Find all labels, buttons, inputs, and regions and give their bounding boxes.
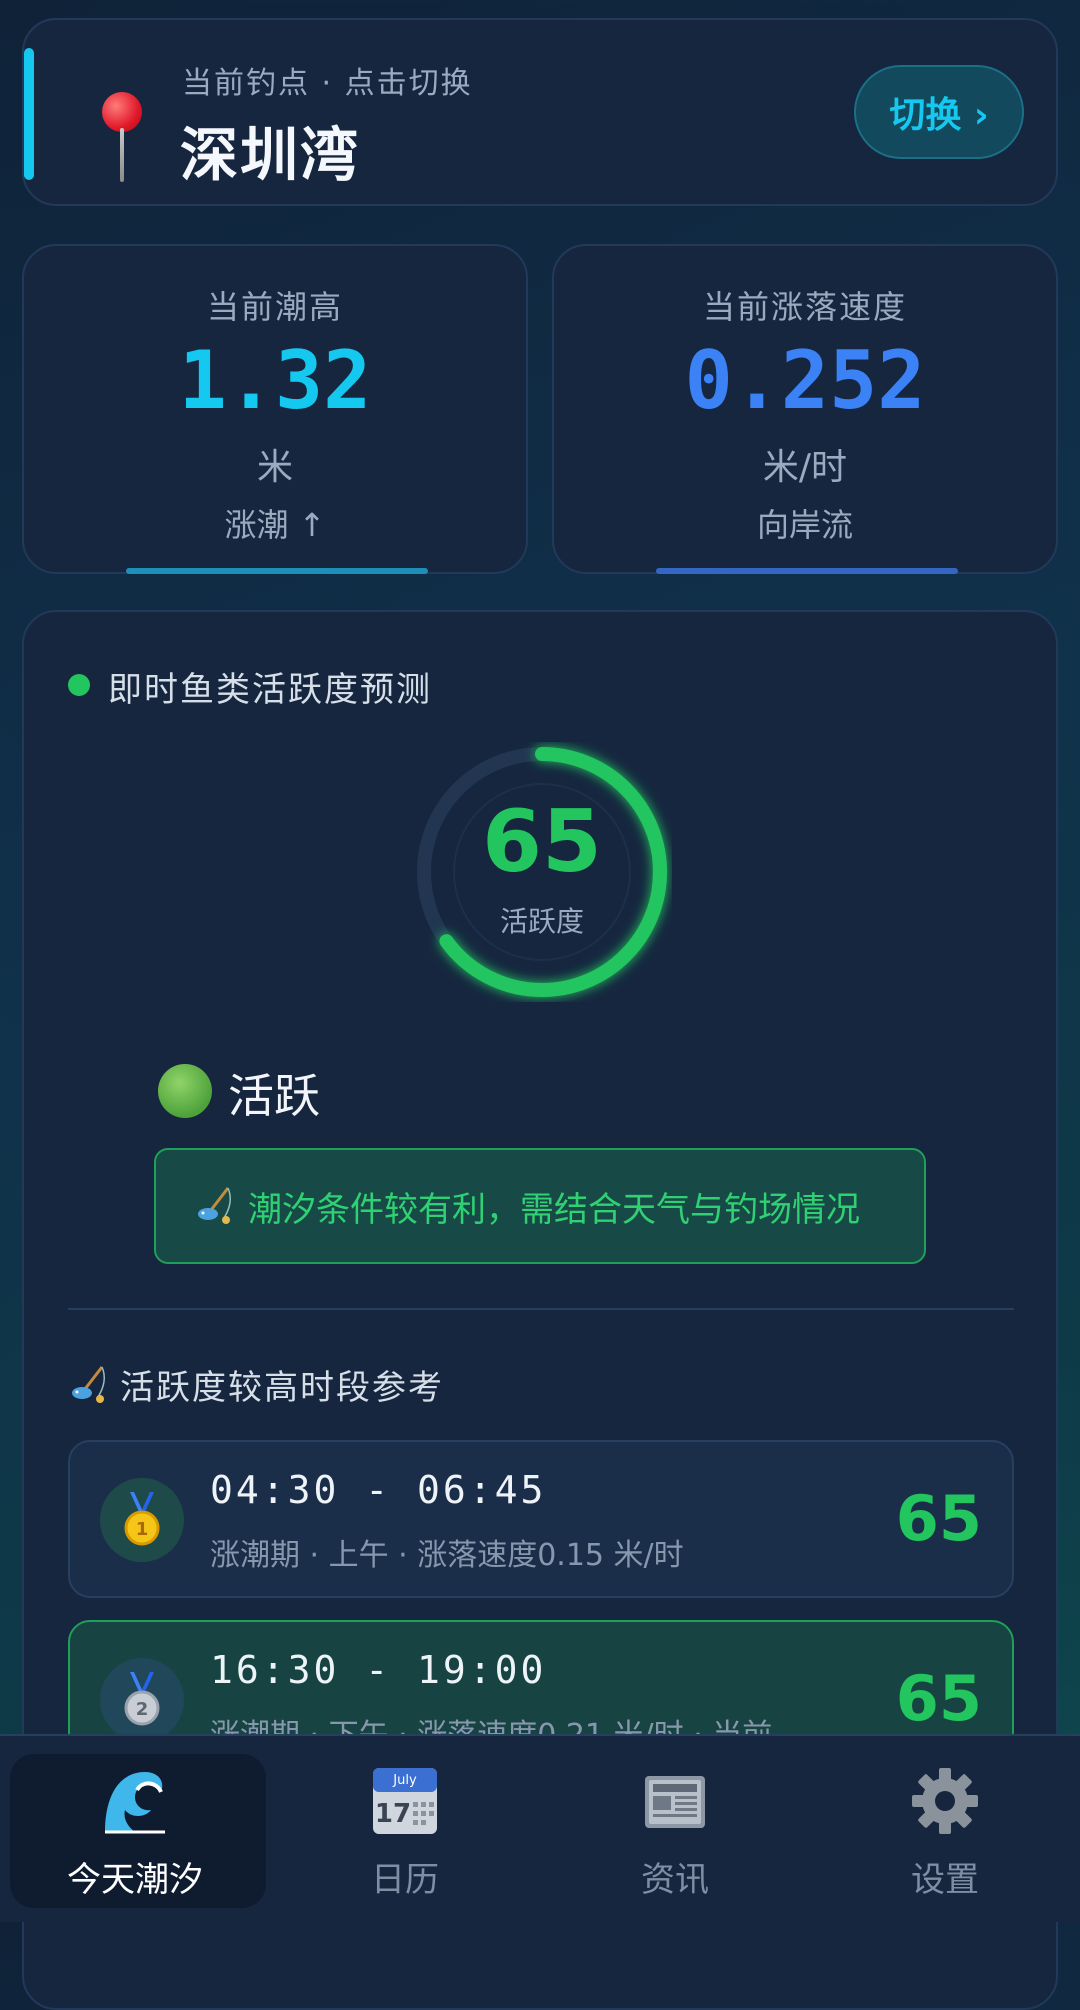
activity-status: 活跃 <box>228 1069 320 1123</box>
switch-location-button[interactable]: 切换 › <box>854 65 1024 159</box>
time-slot-details: 涨潮期 · 上午 · 涨落速度0.15 米/时 <box>210 1538 684 1573</box>
advice-text: 潮汐条件较有利，需结合天气与钓场情况 <box>248 1189 860 1230</box>
time-slot-score: 65 <box>895 1662 982 1735</box>
tide-height-label: 当前潮高 <box>206 288 343 326</box>
tide-speed-card: 当前涨落速度 0.252 米/时 向岸流 <box>552 244 1058 574</box>
current-direction: 向岸流 <box>756 506 853 544</box>
nav-label-settings: 设置 <box>911 1860 979 1900</box>
tide-direction: 涨潮 ↑ <box>224 506 326 544</box>
activity-score: 65 <box>482 792 602 892</box>
tide-height-card: 当前潮高 1.32 米 涨潮 ↑ <box>22 244 528 574</box>
svg-text:1: 1 <box>136 1519 149 1540</box>
fishing-rod-icon <box>72 1365 105 1403</box>
activity-advice: 潮汐条件较有利，需结合天气与钓场情况 <box>154 1148 926 1264</box>
time-slot-score: 65 <box>895 1482 982 1555</box>
wave-icon <box>105 1772 165 1834</box>
tide-height-value: 1.32 <box>178 334 372 427</box>
nav-tab-news[interactable]: 资讯 <box>540 1736 810 1922</box>
location-card[interactable]: 当前钓点 · 点击切换 深圳湾 切换 › <box>22 18 1058 206</box>
tide-speed-value: 0.252 <box>684 334 926 427</box>
section-divider <box>68 1308 1014 1310</box>
nav-label-today: 今天潮汐 <box>67 1860 203 1900</box>
newspaper-icon <box>645 1776 705 1828</box>
location-accent-bar <box>24 48 34 180</box>
calendar-day: 17 <box>375 1799 411 1829</box>
svg-text:2: 2 <box>136 1699 149 1720</box>
time-slot-item[interactable]: 1 04:30 - 06:45 涨潮期 · 上午 · 涨落速度0.15 米/时 … <box>68 1440 1014 1598</box>
calendar-month: July <box>392 1773 417 1788</box>
time-slot-range: 16:30 - 19:00 <box>210 1648 547 1692</box>
nav-tab-today[interactable]: 今天潮汐 <box>0 1736 270 1922</box>
nav-label-news: 资讯 <box>641 1860 709 1900</box>
gold-medal-icon: 1 <box>100 1478 184 1562</box>
tide-speed-accent-bar <box>656 568 958 574</box>
activity-title: 即时鱼类活跃度预测 <box>108 670 432 710</box>
location-subtitle: 当前钓点 · 点击切换 <box>182 66 473 101</box>
nav-tab-settings[interactable]: 设置 <box>810 1736 1080 1922</box>
silver-medal-icon: 2 <box>100 1658 184 1742</box>
time-slot-range: 04:30 - 06:45 <box>210 1468 547 1512</box>
tide-height-accent-bar <box>126 568 428 574</box>
bottom-nav: 今天潮汐 July 17 日历 资讯 设置 <box>0 1734 1080 1922</box>
nav-tab-calendar[interactable]: July 17 日历 <box>270 1736 540 1922</box>
green-circle-icon <box>158 1064 212 1118</box>
best-times-header: 活跃度较高时段参考 <box>68 1360 444 1409</box>
location-name: 深圳湾 <box>180 121 361 189</box>
fishing-rod-icon <box>198 1187 231 1224</box>
activity-gauge: 65 活跃度 <box>412 742 672 1002</box>
tide-height-unit: 米 <box>256 447 293 488</box>
nav-label-calendar: 日历 <box>371 1860 439 1900</box>
map-pin-icon <box>102 92 142 182</box>
calendar-icon: July 17 <box>373 1768 437 1834</box>
best-times-title: 活跃度较高时段参考 <box>120 1368 444 1408</box>
tide-speed-label: 当前涨落速度 <box>702 288 907 326</box>
activity-score-label: 活跃度 <box>499 905 584 938</box>
live-indicator-dot <box>68 674 90 696</box>
gear-icon <box>912 1768 978 1834</box>
tide-speed-unit: 米/时 <box>762 447 848 488</box>
